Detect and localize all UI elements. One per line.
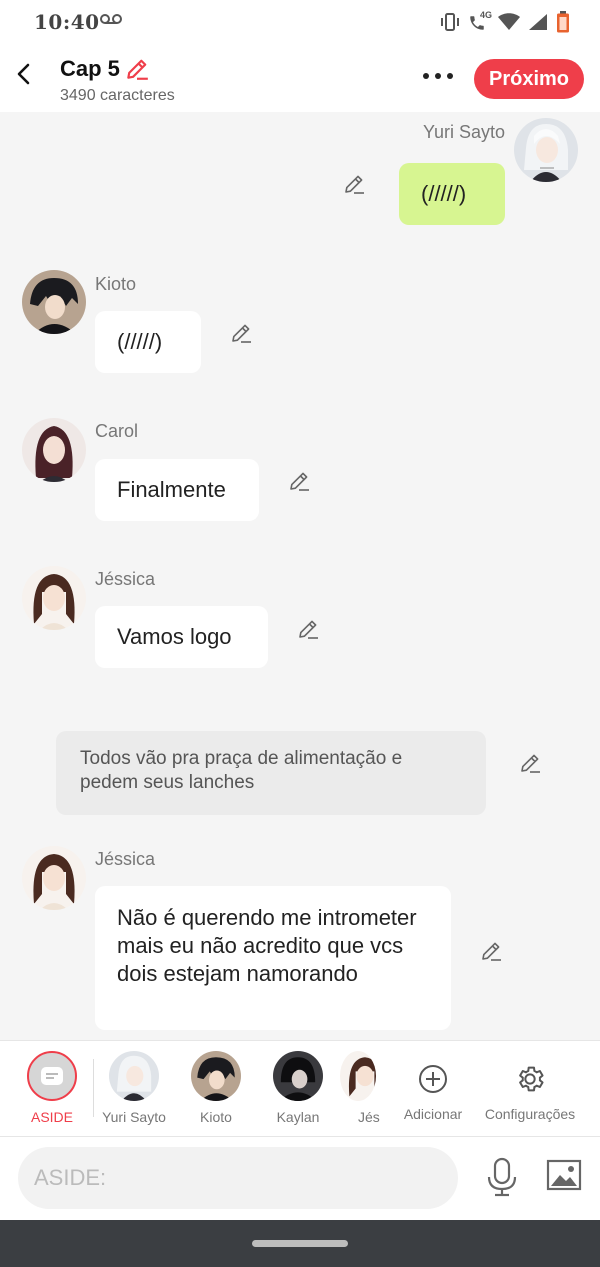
message-bubble[interactable]: Não é querendo me intrometer mais eu não…: [95, 886, 451, 1030]
image-icon[interactable]: [546, 1159, 582, 1193]
settings-button[interactable]: Configurações: [482, 1051, 578, 1122]
character-label: Kaylan: [276, 1109, 320, 1125]
more-options-icon[interactable]: [420, 64, 456, 88]
avatar: [109, 1051, 159, 1101]
character-selector: ASIDE Yuri Sayto Kioto Kaylan Jés Adicio…: [0, 1040, 600, 1136]
chat-area[interactable]: Yuri Sayto (/////) Kioto (/////) Carol F…: [0, 112, 600, 1040]
message-author: Kioto: [95, 274, 137, 294]
gear-icon: [519, 1066, 544, 1092]
avatar-kioto[interactable]: [22, 270, 86, 334]
message-bubble[interactable]: Vamos logo: [95, 606, 268, 668]
status-time: 10:40: [34, 10, 100, 34]
message-author: Jéssica: [95, 849, 156, 869]
character-yuri-sayto[interactable]: Yuri Sayto: [94, 1051, 174, 1125]
signal-icon: [529, 14, 547, 30]
battery-icon: [557, 11, 569, 33]
volte-call-icon: 4G: [468, 10, 493, 32]
avatar-jessica[interactable]: [22, 566, 86, 630]
narration-bubble[interactable]: Todos vão pra praça de alimentação e ped…: [56, 731, 486, 815]
avatar-carol[interactable]: [22, 418, 86, 482]
character-label: Jés: [358, 1109, 380, 1125]
home-gesture-pill[interactable]: [252, 1240, 348, 1247]
character-label: Kioto: [200, 1109, 232, 1125]
edit-message-icon[interactable]: [229, 321, 253, 345]
wifi-icon: [498, 13, 520, 30]
message-input[interactable]: [18, 1147, 458, 1209]
message-bubble[interactable]: Finalmente: [95, 459, 259, 521]
edit-message-icon[interactable]: [287, 469, 311, 493]
character-label: ASIDE: [30, 1109, 73, 1125]
editor-header: Cap 5 3490 caracteres Próximo: [0, 44, 600, 112]
character-label: Yuri Sayto: [102, 1109, 166, 1125]
message-author: Jéssica: [95, 569, 156, 589]
aside-chat-icon: [27, 1051, 77, 1101]
avatar: [191, 1051, 241, 1101]
edit-title-icon[interactable]: [124, 56, 150, 82]
character-kaylan[interactable]: Kaylan: [258, 1051, 338, 1125]
back-arrow-icon[interactable]: [12, 62, 36, 86]
next-button[interactable]: Próximo: [474, 59, 584, 99]
add-label: Adicionar: [403, 1106, 463, 1122]
message-bubble[interactable]: (/////): [95, 311, 201, 373]
message-bubble[interactable]: (/////): [399, 163, 505, 225]
settings-label: Configurações: [484, 1106, 576, 1122]
avatar: [273, 1051, 323, 1101]
status-bar: 10:40 4G: [0, 0, 600, 44]
avatar-jessica[interactable]: [22, 846, 86, 910]
edit-message-icon[interactable]: [296, 617, 320, 641]
network-badge: 4G: [480, 10, 493, 20]
message-author: Yuri Sayto: [422, 122, 505, 142]
vibrate-icon: [441, 13, 459, 31]
avatar: [340, 1051, 376, 1101]
character-kioto[interactable]: Kioto: [176, 1051, 256, 1125]
system-nav-bar: [0, 1220, 600, 1267]
avatar-yuri-sayto[interactable]: [514, 118, 578, 182]
microphone-icon[interactable]: [484, 1157, 520, 1197]
edit-narration-icon[interactable]: [518, 751, 542, 775]
composer: [0, 1136, 600, 1221]
message-author: Carol: [95, 421, 139, 441]
edit-message-icon[interactable]: [342, 172, 366, 196]
character-jessica[interactable]: Jés: [340, 1051, 380, 1125]
edit-message-icon[interactable]: [479, 939, 503, 963]
voicemail-icon: [100, 14, 122, 24]
chapter-title[interactable]: Cap 5: [60, 56, 120, 82]
character-count: 3490 caracteres: [60, 87, 175, 104]
add-character-button[interactable]: Adicionar: [393, 1051, 473, 1122]
add-circle-icon: [419, 1065, 447, 1093]
character-aside[interactable]: ASIDE: [12, 1051, 92, 1125]
